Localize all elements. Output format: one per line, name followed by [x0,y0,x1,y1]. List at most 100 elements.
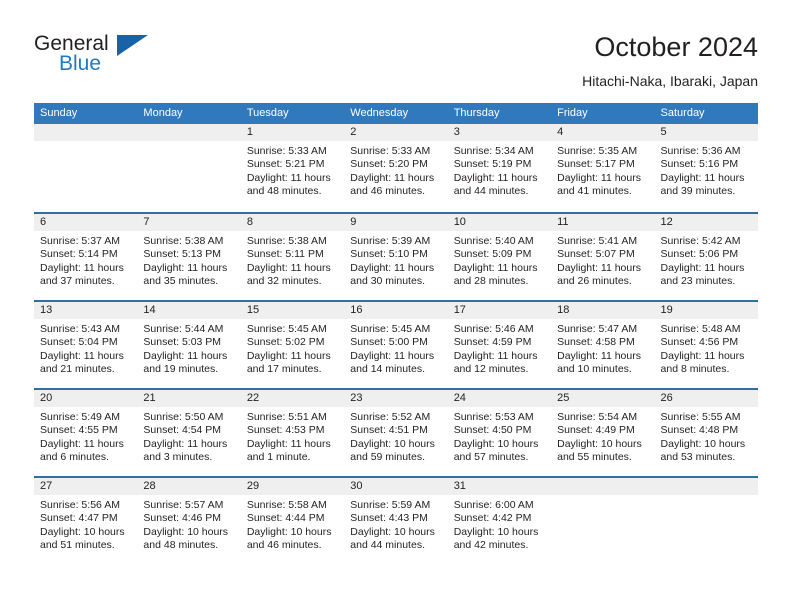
day-cell[interactable]: 2 Sunrise: 5:33 AM Sunset: 5:20 PM Dayli… [344,124,448,212]
daylight-line1: Daylight: 11 hours [246,349,331,362]
day-details: Sunrise: 5:54 AM Sunset: 4:49 PM Dayligh… [551,407,654,465]
generalblue-logo[interactable]: General Blue [34,32,174,80]
daylight-line1: Daylight: 10 hours [557,437,642,450]
day-details: Sunrise: 5:58 AM Sunset: 4:44 PM Dayligh… [241,495,344,553]
day-cell[interactable]: 18 Sunrise: 5:47 AM Sunset: 4:58 PM Dayl… [551,302,655,388]
sunset-text: Sunset: 4:56 PM [660,336,739,349]
day-cell[interactable]: 6 Sunrise: 5:37 AM Sunset: 5:14 PM Dayli… [34,214,138,300]
daylight-line2: and 10 minutes. [557,363,632,376]
day-cell[interactable]: 13 Sunrise: 5:43 AM Sunset: 5:04 PM Dayl… [34,302,138,388]
sunset-text: Sunset: 4:54 PM [143,424,222,437]
daylight-line1: Daylight: 11 hours [660,261,745,274]
daylight-line1: Daylight: 11 hours [246,437,331,450]
day-cell[interactable]: 31 Sunrise: 6:00 AM Sunset: 4:42 PM Dayl… [447,478,552,564]
daylight-line1: Daylight: 10 hours [40,525,125,538]
sunrise-text: Sunrise: 5:34 AM [453,145,534,157]
daylight-line1: Daylight: 11 hours [40,437,124,450]
sunrise-text: Sunrise: 5:36 AM [660,145,741,157]
daylight-line2: and 1 minute. [246,451,311,464]
sunset-text: Sunset: 4:43 PM [350,512,428,525]
day-number: 3 [447,124,552,141]
day-number: 13 [34,302,138,319]
weekday-thursday: Thursday [453,107,500,119]
day-cell[interactable]: 12 Sunrise: 5:42 AM Sunset: 5:06 PM Dayl… [654,214,758,300]
day-cell[interactable]: 28 Sunrise: 5:57 AM Sunset: 4:46 PM Dayl… [137,478,241,564]
day-cell[interactable]: 8 Sunrise: 5:38 AM Sunset: 5:11 PM Dayli… [240,214,345,300]
day-number: 23 [344,390,448,407]
sunset-text: Sunset: 4:51 PM [350,424,428,437]
daylight-line1: Daylight: 11 hours [350,261,435,274]
day-cell[interactable]: 7 Sunrise: 5:38 AM Sunset: 5:13 PM Dayli… [137,214,241,300]
sunset-text: Sunset: 4:44 PM [246,512,325,525]
day-number: 22 [240,390,345,407]
daylight-line2: and 53 minutes. [660,451,736,464]
sunrise-text: Sunrise: 5:41 AM [557,235,638,247]
day-cell[interactable]: 23 Sunrise: 5:52 AM Sunset: 4:51 PM Dayl… [344,390,448,476]
week-row: 13 Sunrise: 5:43 AM Sunset: 5:04 PM Dayl… [34,300,758,388]
day-cell[interactable] [551,478,655,564]
sunset-text: Sunset: 4:49 PM [557,424,635,437]
day-details: Sunrise: 5:42 AM Sunset: 5:06 PM Dayligh… [655,231,758,289]
daylight-line2: and 48 minutes. [143,539,219,552]
day-cell[interactable]: 5 Sunrise: 5:36 AM Sunset: 5:16 PM Dayli… [654,124,758,212]
day-number: 16 [344,302,448,319]
sunset-text: Sunset: 5:17 PM [557,158,635,171]
sunrise-text: Sunrise: 5:45 AM [350,323,431,335]
day-cell[interactable]: 15 Sunrise: 5:45 AM Sunset: 5:02 PM Dayl… [240,302,345,388]
weekday-header-row: Sunday Monday Tuesday Wednesday Thursday… [34,103,758,124]
day-cell[interactable]: 1 Sunrise: 5:33 AM Sunset: 5:21 PM Dayli… [240,124,345,212]
sunrise-text: Sunrise: 5:37 AM [40,235,120,247]
day-details: Sunrise: 5:34 AM Sunset: 5:19 PM Dayligh… [448,141,551,199]
day-cell[interactable]: 11 Sunrise: 5:41 AM Sunset: 5:07 PM Dayl… [551,214,655,300]
sunset-text: Sunset: 4:42 PM [453,512,532,525]
sunset-text: Sunset: 5:03 PM [143,336,222,349]
day-cell[interactable]: 26 Sunrise: 5:55 AM Sunset: 4:48 PM Dayl… [654,390,758,476]
sunrise-text: Sunrise: 5:45 AM [246,323,327,335]
day-details: Sunrise: 5:49 AM Sunset: 4:55 PM Dayligh… [34,407,137,465]
day-cell[interactable]: 25 Sunrise: 5:54 AM Sunset: 4:49 PM Dayl… [551,390,655,476]
day-cell[interactable]: 17 Sunrise: 5:46 AM Sunset: 4:59 PM Dayl… [447,302,552,388]
day-cell[interactable]: 20 Sunrise: 5:49 AM Sunset: 4:55 PM Dayl… [34,390,138,476]
daylight-line2: and 32 minutes. [246,275,322,288]
day-cell[interactable] [137,124,241,212]
daylight-line2: and 28 minutes. [453,275,529,288]
day-details: Sunrise: 6:00 AM Sunset: 4:42 PM Dayligh… [448,495,551,553]
sunrise-text: Sunrise: 5:50 AM [143,411,224,423]
daylight-line1: Daylight: 11 hours [40,261,124,274]
triangle-icon [117,35,148,56]
day-cell[interactable]: 16 Sunrise: 5:45 AM Sunset: 5:00 PM Dayl… [344,302,448,388]
sunset-text: Sunset: 5:10 PM [350,248,428,261]
day-cell[interactable]: 24 Sunrise: 5:53 AM Sunset: 4:50 PM Dayl… [447,390,552,476]
day-cell[interactable]: 10 Sunrise: 5:40 AM Sunset: 5:09 PM Dayl… [447,214,552,300]
day-cell[interactable]: 21 Sunrise: 5:50 AM Sunset: 4:54 PM Dayl… [137,390,241,476]
day-cell[interactable]: 22 Sunrise: 5:51 AM Sunset: 4:53 PM Dayl… [240,390,345,476]
sunset-text: Sunset: 4:50 PM [453,424,532,437]
page-subtitle: Hitachi-Naka, Ibaraki, Japan [582,73,758,89]
daylight-line1: Daylight: 11 hours [453,261,538,274]
daylight-line2: and 30 minutes. [350,275,425,288]
day-details: Sunrise: 5:39 AM Sunset: 5:10 PM Dayligh… [344,231,447,289]
day-cell[interactable] [34,124,138,212]
day-cell[interactable] [654,478,758,564]
day-details: Sunrise: 5:35 AM Sunset: 5:17 PM Dayligh… [551,141,654,199]
day-cell[interactable]: 9 Sunrise: 5:39 AM Sunset: 5:10 PM Dayli… [344,214,448,300]
sunrise-text: Sunrise: 5:49 AM [40,411,120,423]
daylight-line2: and 41 minutes. [557,185,632,198]
day-cell[interactable]: 30 Sunrise: 5:59 AM Sunset: 4:43 PM Dayl… [344,478,448,564]
day-details: Sunrise: 5:48 AM Sunset: 4:56 PM Dayligh… [655,319,758,377]
day-cell[interactable]: 29 Sunrise: 5:58 AM Sunset: 4:44 PM Dayl… [240,478,345,564]
sunset-text: Sunset: 5:09 PM [453,248,532,261]
day-cell[interactable]: 27 Sunrise: 5:56 AM Sunset: 4:47 PM Dayl… [34,478,138,564]
day-cell[interactable]: 14 Sunrise: 5:44 AM Sunset: 5:03 PM Dayl… [137,302,241,388]
day-details: Sunrise: 5:45 AM Sunset: 5:02 PM Dayligh… [241,319,344,377]
day-number: 26 [654,390,758,407]
day-cell[interactable]: 19 Sunrise: 5:48 AM Sunset: 4:56 PM Dayl… [654,302,758,388]
day-details: Sunrise: 5:38 AM Sunset: 5:13 PM Dayligh… [137,231,240,289]
day-cell[interactable]: 3 Sunrise: 5:34 AM Sunset: 5:19 PM Dayli… [447,124,552,212]
day-number: 19 [654,302,758,319]
sunset-text: Sunset: 5:00 PM [350,336,428,349]
day-details [137,141,240,145]
day-number: 12 [654,214,758,231]
day-cell[interactable]: 4 Sunrise: 5:35 AM Sunset: 5:17 PM Dayli… [551,124,655,212]
sunrise-text: Sunrise: 5:46 AM [453,323,534,335]
